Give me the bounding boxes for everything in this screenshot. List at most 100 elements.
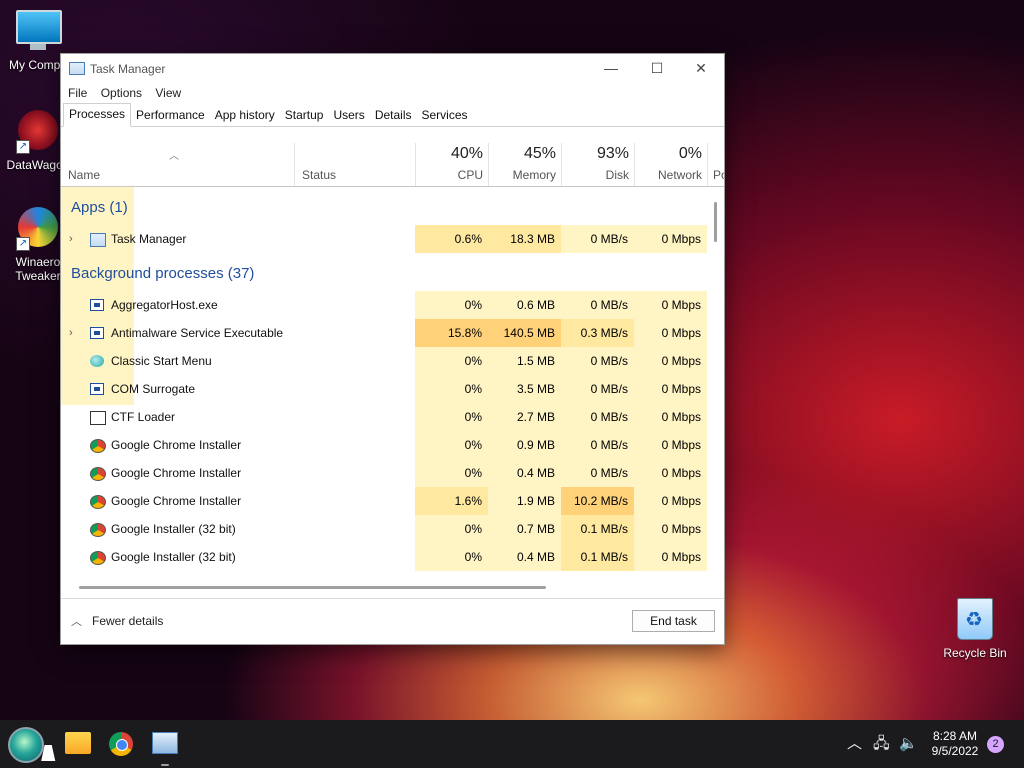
group-label: Background processes (37) xyxy=(71,265,255,282)
process-list: Apps (1) › Task Manager 0.6% 18.3 MB 0 MB/s 0 … xyxy=(61,187,724,579)
cell-disk: 0.1 MB/s xyxy=(561,515,634,543)
installer-icon xyxy=(90,523,106,537)
cell-net: 0 Mbps xyxy=(634,431,707,459)
installer-icon xyxy=(90,439,106,453)
cell-mem: 0.4 MB xyxy=(488,543,561,571)
footer: ︿ Fewer details End task xyxy=(61,598,724,644)
tab-users[interactable]: Users xyxy=(328,105,369,126)
chevron-right-icon[interactable]: › xyxy=(69,225,73,253)
notification-badge[interactable]: 2 xyxy=(987,736,1004,753)
minimize-button[interactable]: — xyxy=(588,54,634,82)
cell-disk: 0 MB/s xyxy=(561,225,634,253)
table-row[interactable]: Google Chrome Installer 1.6% 1.9 MB 10.2 MB… xyxy=(61,487,724,515)
close-button[interactable]: ✕ xyxy=(678,54,724,82)
file-explorer-icon[interactable] xyxy=(65,732,91,754)
task-manager-window: Task Manager — ☐ ✕ File Options View Pro… xyxy=(60,53,725,645)
show-hidden-icons-button[interactable]: ︿ xyxy=(847,720,862,768)
column-power[interactable]: Po xyxy=(707,143,724,186)
tab-strip: Processes Performance App history Startup Us… xyxy=(61,103,724,127)
cell-cpu: 0% xyxy=(415,459,488,487)
clock[interactable]: 8:28 AM 9/5/2022 xyxy=(920,729,990,759)
table-row[interactable]: Google Chrome Installer 0% 0.9 MB 0 MB/s 0 M… xyxy=(61,431,724,459)
cell-net: 0 Mbps xyxy=(634,291,707,319)
recycle-bin-icon xyxy=(953,598,997,642)
process-name: COM Surrogate xyxy=(111,382,196,396)
cell-mem: 0.4 MB xyxy=(488,459,561,487)
column-cpu[interactable]: 40% CPU xyxy=(415,143,489,186)
cell-cpu: 0% xyxy=(415,431,488,459)
exe-icon xyxy=(90,327,104,339)
vertical-scrollbar[interactable] xyxy=(714,202,717,242)
tab-startup[interactable]: Startup xyxy=(280,105,329,126)
network-icon[interactable]: 🖧 xyxy=(873,720,890,768)
cell-cpu: 0% xyxy=(415,347,488,375)
cell-cpu: 1.6% xyxy=(415,487,488,515)
group-label: Apps (1) xyxy=(71,199,128,216)
process-name: Classic Start Menu xyxy=(111,354,212,368)
column-name[interactable]: ︿ Name xyxy=(61,143,294,186)
column-network[interactable]: 0% Network xyxy=(634,143,708,186)
cell-mem: 1.9 MB xyxy=(488,487,561,515)
cell-disk: 0 MB/s xyxy=(561,291,634,319)
start-button[interactable] xyxy=(8,727,44,763)
menu-file[interactable]: File xyxy=(67,82,93,100)
menu-options[interactable]: Options xyxy=(100,82,148,100)
column-memory[interactable]: 45% Memory xyxy=(488,143,562,186)
chevron-right-icon[interactable]: › xyxy=(69,319,73,347)
classic-shell-icon xyxy=(90,355,104,367)
winaero-icon: ↗ xyxy=(16,207,60,251)
cell-net: 0 Mbps xyxy=(634,515,707,543)
end-task-button[interactable]: End task xyxy=(632,610,715,632)
menu-bar: File Options View xyxy=(61,82,724,104)
table-row[interactable]: CTF Loader 0% 2.7 MB 0 MB/s 0 Mbps xyxy=(61,403,724,431)
cell-mem: 0.6 MB xyxy=(488,291,561,319)
process-name: Antimalware Service Executable xyxy=(111,326,284,340)
tab-services[interactable]: Services xyxy=(417,105,473,126)
horizontal-scrollbar[interactable] xyxy=(79,586,546,589)
process-name: AggregatorHost.exe xyxy=(111,298,218,312)
cell-net: 0 Mbps xyxy=(634,543,707,571)
fewer-details-button[interactable]: ︿ Fewer details xyxy=(71,613,163,629)
table-row[interactable]: COM Surrogate 0% 3.5 MB 0 MB/s 0 Mbps xyxy=(61,375,724,403)
column-status[interactable]: Status xyxy=(294,143,416,186)
table-row[interactable]: Google Chrome Installer 0% 0.4 MB 0 MB/s 0 M… xyxy=(61,459,724,487)
table-row[interactable]: Google Installer (32 bit) 0% 0.7 MB 0.1 MB/… xyxy=(61,515,724,543)
cell-net: 0 Mbps xyxy=(634,347,707,375)
table-row[interactable]: › Antimalware Service Executable 15.8% 140.… xyxy=(61,319,724,347)
cell-cpu: 0% xyxy=(415,291,488,319)
column-header: ︿ Name Status 40% CPU 45% Memory 93% Dis… xyxy=(61,143,724,187)
chrome-icon[interactable] xyxy=(109,732,133,756)
cell-mem: 0.7 MB xyxy=(488,515,561,543)
tab-performance[interactable]: Performance xyxy=(131,105,210,126)
menu-view[interactable]: View xyxy=(154,82,187,100)
cell-mem: 1.5 MB xyxy=(488,347,561,375)
tab-app-history[interactable]: App history xyxy=(210,105,280,126)
cell-disk: 0 MB/s xyxy=(561,403,634,431)
cell-cpu: 0% xyxy=(415,375,488,403)
cell-mem: 0.9 MB xyxy=(488,431,561,459)
tab-details[interactable]: Details xyxy=(370,105,417,126)
task-manager-taskbar-icon[interactable] xyxy=(152,732,178,754)
installer-icon xyxy=(90,551,106,565)
volume-icon[interactable]: 🔈 xyxy=(899,720,918,768)
cell-mem: 2.7 MB xyxy=(488,403,561,431)
maximize-button[interactable]: ☐ xyxy=(634,54,680,82)
ctf-icon xyxy=(90,411,106,425)
group-background-processes[interactable]: Background processes (37) xyxy=(61,253,724,405)
cell-net: 0 Mbps xyxy=(634,487,707,515)
cell-cpu: 0% xyxy=(415,515,488,543)
table-row[interactable]: AggregatorHost.exe 0% 0.6 MB 0 MB/s 0 Mbps xyxy=(61,291,724,319)
computer-icon xyxy=(16,10,62,54)
title-bar[interactable]: Task Manager — ☐ ✕ xyxy=(61,54,724,82)
desktop-icon-recycle-bin[interactable]: Recycle Bin xyxy=(937,598,1013,660)
table-row[interactable]: Google Installer (32 bit) 0% 0.4 MB 0.1 MB/… xyxy=(61,543,724,571)
group-apps[interactable]: Apps (1) xyxy=(61,187,724,339)
table-row[interactable]: Classic Start Menu 0% 1.5 MB 0 MB/s 0 Mbps xyxy=(61,347,724,375)
process-name: Google Installer (32 bit) xyxy=(111,550,236,564)
process-name: Google Installer (32 bit) xyxy=(111,522,236,536)
process-name: Task Manager xyxy=(111,232,187,246)
column-disk[interactable]: 93% Disk xyxy=(561,143,635,186)
tab-processes[interactable]: Processes xyxy=(63,103,132,127)
cell-disk: 0 MB/s xyxy=(561,459,634,487)
table-row[interactable]: › Task Manager 0.6% 18.3 MB 0 MB/s 0 Mbps xyxy=(61,225,724,253)
